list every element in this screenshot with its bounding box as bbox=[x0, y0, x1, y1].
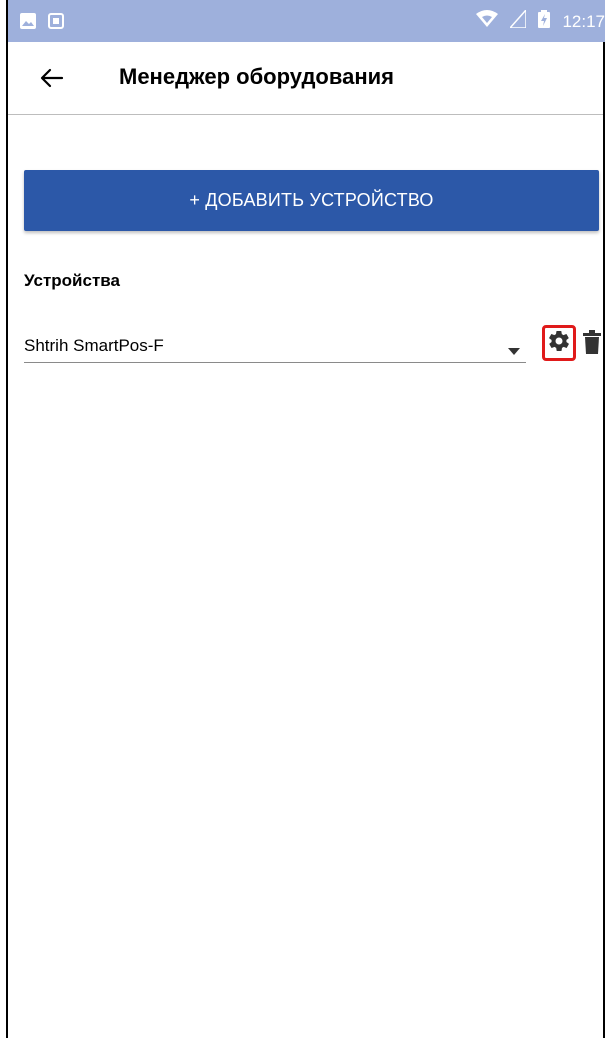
app-bar: Менеджер оборудования bbox=[8, 42, 603, 115]
add-device-button[interactable]: + ДОБАВИТЬ УСТРОЙСТВО bbox=[24, 170, 599, 231]
square-icon bbox=[48, 13, 64, 34]
status-bar: 12:17 bbox=[8, 0, 605, 42]
delete-device-button[interactable] bbox=[581, 329, 603, 359]
image-icon bbox=[20, 13, 36, 34]
device-select[interactable]: Shtrih SmartPos-F bbox=[24, 328, 526, 363]
chevron-down-icon bbox=[508, 342, 520, 360]
wifi-icon bbox=[476, 10, 499, 33]
device-settings-button[interactable] bbox=[542, 325, 576, 361]
signal-icon bbox=[508, 8, 528, 33]
devices-section-title: Устройства bbox=[24, 271, 120, 290]
battery-icon bbox=[538, 10, 551, 33]
status-time: 12:17 bbox=[562, 11, 605, 31]
trash-icon bbox=[583, 329, 601, 359]
frame-left-edge bbox=[6, 0, 8, 1038]
device-select-value: Shtrih SmartPos-F bbox=[24, 336, 164, 355]
page-title: Менеджер оборудования bbox=[119, 64, 394, 89]
gear-icon bbox=[547, 329, 571, 358]
arrow-left-icon[interactable] bbox=[38, 64, 66, 92]
